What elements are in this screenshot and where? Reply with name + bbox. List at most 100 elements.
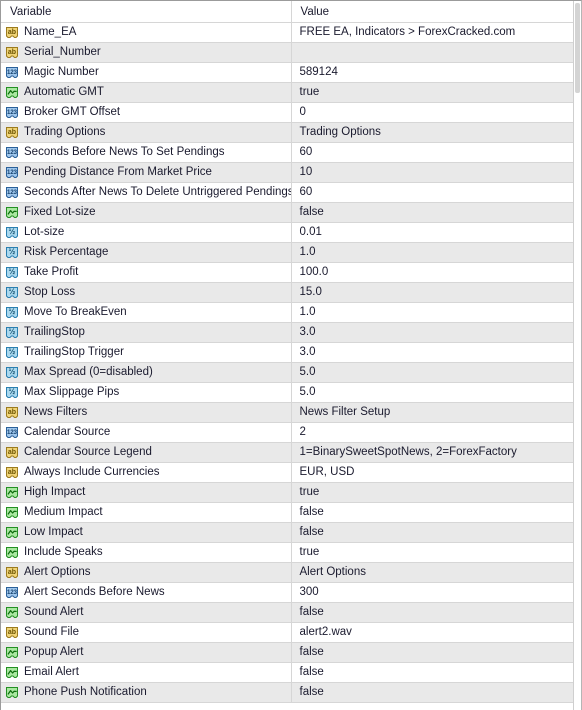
table-row[interactable]: ½ Max Slippage Pips 5.0 (1, 382, 575, 403)
value-text[interactable]: true (292, 543, 575, 562)
value-cell[interactable]: Alert Options (291, 562, 574, 583)
table-row[interactable]: 123 Magic Number 589124 (1, 62, 574, 83)
value-cell[interactable]: 5.0 (291, 362, 575, 383)
value-cell[interactable]: 2 (291, 422, 575, 443)
value-text[interactable]: 10 (292, 163, 575, 182)
table-row[interactable]: High Impact true (1, 482, 574, 503)
value-text[interactable]: 100.0 (292, 263, 575, 282)
vertical-scrollbar-thumb[interactable] (575, 3, 580, 93)
variable-cell[interactable]: ab Trading Options (1, 122, 292, 143)
table-row[interactable]: ab Always Include Currencies EUR, USD (1, 462, 575, 483)
value-cell[interactable]: 100.0 (291, 262, 575, 283)
value-text[interactable]: alert2.wav (292, 623, 575, 642)
value-text[interactable]: false (292, 663, 575, 682)
variable-cell[interactable]: 123 Magic Number (1, 62, 292, 83)
value-text[interactable]: 1.0 (292, 303, 575, 322)
value-text[interactable]: 0.01 (292, 223, 575, 242)
vertical-scrollbar[interactable] (573, 1, 581, 710)
value-cell[interactable]: 1.0 (291, 242, 575, 263)
value-cell[interactable]: EUR, USD (291, 462, 575, 483)
value-text[interactable]: 60 (292, 183, 575, 202)
value-text[interactable]: 5.0 (292, 383, 575, 402)
value-cell[interactable]: 1.0 (291, 302, 575, 323)
variable-cell[interactable]: ab Alert Options (1, 562, 292, 583)
value-cell[interactable]: News Filter Setup (291, 402, 575, 423)
value-text[interactable]: 5.0 (292, 363, 575, 382)
variable-cell[interactable]: ½ TrailingStop (1, 322, 292, 343)
value-text[interactable]: false (292, 503, 575, 522)
variable-cell[interactable]: ½ Max Spread (0=disabled) (1, 362, 292, 383)
table-row[interactable]: 123 Calendar Source 2 (1, 422, 575, 443)
table-row[interactable]: 123 Alert Seconds Before News 300 (1, 582, 575, 603)
table-row[interactable]: ab News Filters News Filter Setup (1, 402, 575, 423)
value-text[interactable]: 0 (292, 103, 575, 122)
value-cell[interactable]: 0.01 (291, 222, 575, 243)
table-row[interactable]: ab Trading Options Trading Options (1, 122, 575, 143)
value-text[interactable]: 3.0 (292, 323, 575, 342)
variable-cell[interactable]: 123 Broker GMT Offset (1, 102, 292, 123)
table-row[interactable]: ½ TrailingStop Trigger 3.0 (1, 342, 574, 363)
value-text[interactable]: News Filter Setup (292, 403, 575, 422)
value-cell[interactable]: 3.0 (291, 322, 575, 343)
variable-cell[interactable]: Fixed Lot-size (1, 202, 292, 223)
table-row[interactable]: ½ Take Profit 100.0 (1, 262, 575, 283)
table-row[interactable]: Automatic GMT true (1, 82, 574, 103)
variable-cell[interactable]: ½ TrailingStop Trigger (1, 342, 292, 363)
variable-cell[interactable]: ½ Lot-size (1, 222, 292, 243)
value-text[interactable]: 300 (292, 583, 575, 602)
value-cell[interactable]: true (291, 482, 574, 503)
variable-cell[interactable]: Medium Impact (1, 502, 292, 523)
value-text[interactable]: false (292, 603, 575, 622)
table-row[interactable]: Email Alert false (1, 662, 575, 683)
table-row[interactable]: ½ Risk Percentage 1.0 (1, 242, 575, 263)
value-cell[interactable]: false (291, 682, 575, 703)
variable-cell[interactable]: Popup Alert (1, 642, 292, 663)
variable-cell[interactable]: ab Calendar Source Legend (1, 442, 292, 463)
variable-cell[interactable]: 123 Calendar Source (1, 422, 292, 443)
variable-cell[interactable]: 123 Seconds Before News To Set Pendings (1, 142, 292, 163)
table-row[interactable]: ab Sound File alert2.wav (1, 622, 575, 643)
value-text[interactable]: Trading Options (292, 123, 575, 142)
table-row[interactable]: ab Serial_Number (1, 42, 575, 63)
value-text[interactable]: false (292, 643, 575, 662)
variable-cell[interactable]: ab News Filters (1, 402, 292, 423)
value-text[interactable]: EUR, USD (292, 463, 575, 482)
variable-cell[interactable]: ½ Stop Loss (1, 282, 292, 303)
table-row[interactable]: ½ Lot-size 0.01 (1, 222, 575, 243)
value-cell[interactable]: 15.0 (291, 282, 574, 303)
variable-cell[interactable]: 123 Pending Distance From Market Price (1, 162, 292, 183)
value-cell[interactable]: Trading Options (291, 122, 575, 143)
value-cell[interactable]: 60 (291, 142, 574, 163)
table-row[interactable]: ½ Max Spread (0=disabled) 5.0 (1, 362, 575, 383)
value-cell[interactable]: 3.0 (291, 342, 574, 363)
value-cell[interactable]: false (291, 502, 575, 523)
table-row[interactable]: ½ Stop Loss 15.0 (1, 282, 574, 303)
variable-cell[interactable]: High Impact (1, 482, 292, 503)
value-cell[interactable]: 1=BinarySweetSpotNews, 2=ForexFactory (291, 442, 575, 463)
table-row[interactable]: ½ Move To BreakEven 1.0 (1, 302, 575, 323)
variable-cell[interactable]: ½ Take Profit (1, 262, 292, 283)
table-row[interactable]: 123 Broker GMT Offset 0 (1, 102, 575, 123)
variable-cell[interactable]: ½ Move To BreakEven (1, 302, 292, 323)
variable-cell[interactable]: ½ Max Slippage Pips (1, 382, 292, 403)
value-text[interactable] (292, 43, 575, 62)
variable-cell[interactable]: ab Sound File (1, 622, 292, 643)
value-cell[interactable]: false (291, 642, 575, 663)
value-text[interactable]: 1.0 (292, 243, 575, 262)
value-cell[interactable]: 0 (291, 102, 575, 123)
value-text[interactable]: false (292, 683, 575, 702)
table-row[interactable]: Fixed Lot-size false (1, 202, 574, 223)
table-row[interactable]: 123 Pending Distance From Market Price 10 (1, 162, 575, 183)
variable-cell[interactable]: 123 Alert Seconds Before News (1, 582, 292, 603)
value-cell[interactable]: true (291, 82, 574, 103)
value-cell[interactable]: false (291, 522, 574, 543)
value-cell[interactable]: alert2.wav (291, 622, 575, 643)
value-cell[interactable]: false (291, 602, 575, 623)
table-row[interactable]: ab Calendar Source Legend 1=BinarySweetSpo… (1, 442, 575, 463)
value-cell[interactable]: 10 (291, 162, 575, 183)
value-cell[interactable]: 60 (291, 182, 575, 203)
value-text[interactable]: 2 (292, 423, 575, 442)
column-header-value[interactable]: Value (291, 1, 574, 23)
variable-cell[interactable]: Email Alert (1, 662, 292, 683)
value-text[interactable]: 1=BinarySweetSpotNews, 2=ForexFactory (292, 443, 575, 462)
